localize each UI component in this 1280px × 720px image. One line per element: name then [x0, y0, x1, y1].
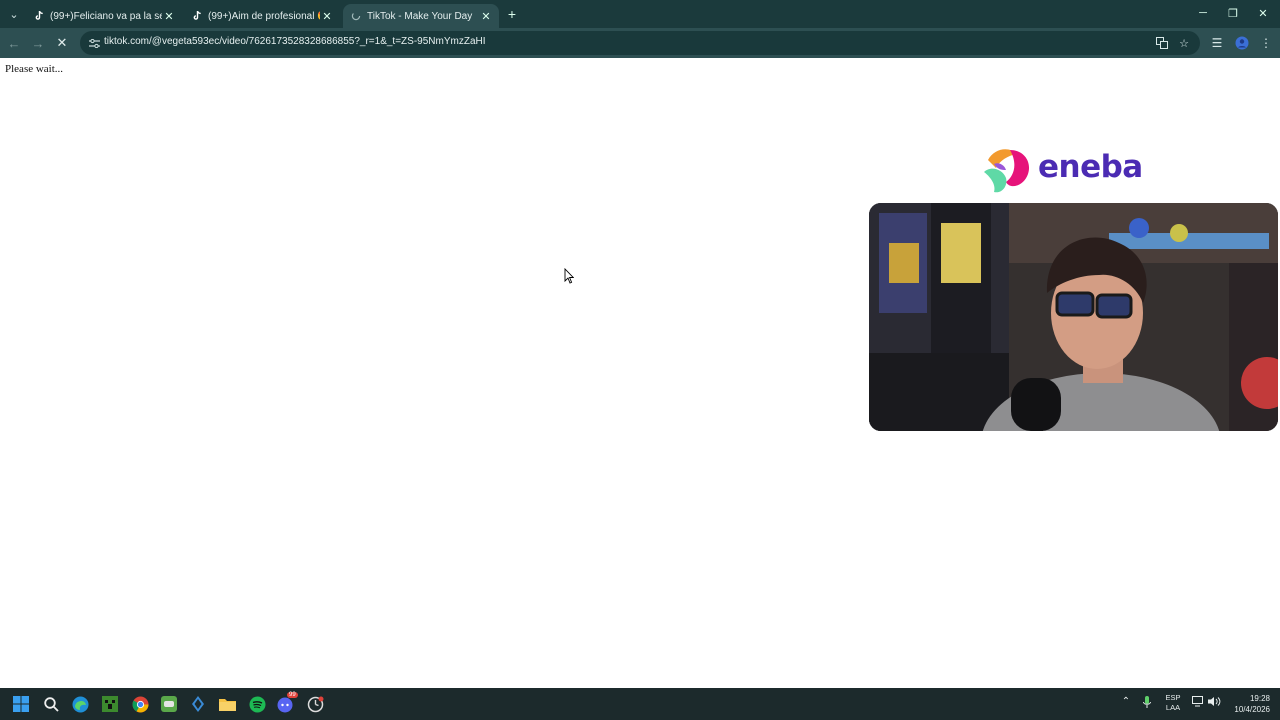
tab-title: (99+)Aim de profesional 🤩🤩 — [208, 10, 320, 22]
tab-strip: ⌄ (99+)Feliciano va pa la selecció ✕ (99… — [0, 0, 1280, 28]
language-indicator[interactable]: ESP LAA — [1164, 693, 1182, 713]
vpn-icon[interactable] — [186, 692, 210, 716]
tab-2[interactable]: (99+)Aim de profesional 🤩🤩 ✕ — [184, 4, 340, 28]
tiktok-icon — [192, 11, 202, 21]
tab-search-button[interactable]: ⌄ — [5, 5, 23, 23]
clock-time: 19:28 — [1249, 694, 1270, 703]
back-icon[interactable]: ← — [5, 34, 23, 52]
menu-icon[interactable]: ⋮ — [1257, 34, 1275, 52]
clock-date: 10/4/2026 — [1234, 705, 1270, 714]
search-icon[interactable] — [39, 692, 63, 716]
eneba-logo-mark-icon — [984, 149, 1030, 193]
discord-icon[interactable]: 99 — [274, 692, 298, 716]
eneba-logo: eneba — [980, 146, 1150, 198]
url-text[interactable]: tiktok.com/@vegeta593ec/video/7626173528… — [104, 36, 486, 47]
notification-badge: 99 — [287, 692, 298, 698]
status-text: Please wait... — [5, 63, 64, 75]
volume-icon[interactable] — [1207, 696, 1221, 707]
edge-icon[interactable] — [68, 692, 92, 716]
language-code: ESP — [1165, 693, 1181, 702]
close-tab-icon[interactable]: ✕ — [162, 9, 176, 23]
webcam-overlay — [869, 203, 1278, 431]
windows-taskbar: 99 ⌃ ESP LAA 19:28 10/4/2026 — [0, 688, 1280, 720]
minecraft-icon[interactable] — [98, 692, 122, 716]
tab-title: (99+)Feliciano va pa la selecció — [50, 10, 162, 22]
close-tab-icon[interactable]: ✕ — [320, 9, 334, 23]
translate-icon[interactable] — [1154, 35, 1170, 51]
clock-app-icon[interactable] — [303, 692, 327, 716]
forward-icon[interactable]: → — [29, 34, 47, 52]
keyboard-layout: LAA — [1165, 703, 1181, 712]
new-tab-button[interactable]: + — [504, 6, 520, 22]
address-bar[interactable]: tiktok.com/@vegeta593ec/video/7626173528… — [80, 31, 1200, 55]
xbox-game-icon[interactable] — [157, 692, 181, 716]
eneba-wordmark: eneba — [1038, 149, 1143, 185]
stop-loading-icon[interactable]: ✕ — [53, 34, 71, 52]
restore-button[interactable]: ❐ — [1218, 4, 1248, 22]
system-clock[interactable]: 19:28 10/4/2026 — [1224, 693, 1270, 715]
close-window-button[interactable]: ✕ — [1248, 4, 1278, 22]
spotify-icon[interactable] — [245, 692, 269, 716]
chrome-icon[interactable] — [128, 692, 152, 716]
minimize-button[interactable]: ─ — [1188, 4, 1218, 22]
site-info-icon[interactable] — [86, 35, 102, 51]
tiktok-icon — [34, 11, 44, 21]
close-tab-icon[interactable]: ✕ — [479, 9, 493, 23]
tab-title: TikTok - Make Your Day — [367, 10, 473, 22]
network-icon[interactable] — [1191, 696, 1205, 707]
profile-icon[interactable] — [1233, 34, 1251, 52]
microphone-icon[interactable] — [1141, 696, 1153, 709]
mouse-cursor-icon — [564, 267, 575, 289]
windows-start-icon[interactable] — [9, 692, 33, 716]
streamer-webcam-image — [869, 203, 1278, 431]
show-hidden-icons-icon[interactable]: ⌃ — [1120, 696, 1132, 707]
bookmark-star-icon[interactable]: ☆ — [1176, 35, 1192, 51]
browser-toolbar: ← → ✕ tiktok.com/@vegeta593ec/video/7626… — [0, 28, 1280, 58]
reading-list-icon[interactable]: ☰ — [1208, 34, 1226, 52]
tab-1[interactable]: (99+)Feliciano va pa la selecció ✕ — [26, 4, 182, 28]
tab-3-active[interactable]: TikTok - Make Your Day ✕ — [343, 4, 499, 28]
page-content: Please wait... eneba — [0, 58, 1280, 688]
file-explorer-icon[interactable] — [215, 692, 239, 716]
loading-icon — [351, 11, 361, 21]
